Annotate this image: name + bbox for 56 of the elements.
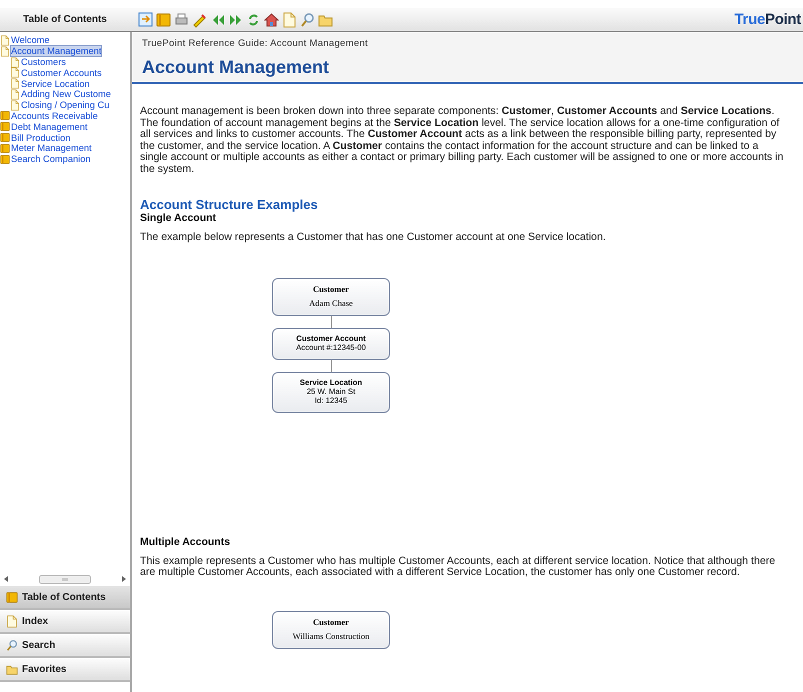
book-icon [0,142,10,154]
panel-tab[interactable]: Index [0,610,130,634]
tree-item[interactable]: Adding New Custome [21,89,111,100]
tree-item[interactable]: Meter Management [11,143,92,154]
book-icon [0,154,10,165]
example-description: This example represents a Customer who has multiple Customer Accounts, each at different service location. Notice that although there are multiple Customer Accounts, each associated with a different Service Location, the customer has only one Customer record. [140,556,776,578]
book-icon [0,121,10,132]
tree-item[interactable]: Welcome [11,35,50,46]
sidebar-title: Table of Contents [22,14,108,25]
book-icon [0,132,10,144]
tree-item[interactable]: Accounts Receivable [11,110,98,121]
tree-item[interactable]: Customers [21,56,66,67]
example-heading: Single Account [140,212,218,224]
panel-tab[interactable]: Table of Contents [0,586,130,610]
search-icon [6,638,18,652]
tree-item[interactable]: Closing / Opening Cu [21,100,110,110]
book-icon [0,110,10,122]
page-icon [0,46,10,57]
tree-item[interactable]: Bill Production [11,132,70,143]
page-icon [10,56,20,68]
page-title: Account Management [142,57,330,78]
scroll-left-icon[interactable] [4,576,8,582]
page-icon [0,34,10,46]
scrollbar-thumb[interactable] [39,574,91,584]
tree-item[interactable]: Customer Accounts [21,68,102,78]
home-icon[interactable] [264,12,279,28]
print-icon[interactable] [174,12,189,28]
node-title: Customer [312,616,350,626]
highlighter-icon[interactable] [192,12,207,28]
book-icon [6,590,18,604]
logo: TruePoint [734,11,802,28]
tree-item[interactable]: Search Companion [11,154,91,164]
page-icon [10,100,20,111]
book-icon[interactable] [156,12,171,28]
tree-item[interactable]: Account Management [11,46,102,56]
connector-line [331,360,332,372]
page-icon [10,67,20,78]
panel-tab[interactable]: Favorites [0,658,130,682]
panel-tab[interactable]: Search [0,634,130,658]
tree-item[interactable]: Debt Management [11,122,88,132]
node-text: Adam Chase [308,298,354,308]
node-title: Customer [312,284,350,294]
scroll-right-icon[interactable] [122,576,126,582]
example-description: The example below represents a Customer that has one Customer account at one Service location. [140,232,607,244]
page-icon [6,614,18,628]
page-icon [10,88,20,100]
search-icon[interactable] [300,12,315,28]
intro-paragraph: Account management is been broken down into three separate components: Customer, Customer Accounts and Service Locations. The foundation of account management begins at the Service Location level. The service location allows for a one-time configuration of all services and links to customer accounts. The Customer Account acts as a link between the responsible billing party, represented by the customer, and the service location. A Customer contains the contact information for the account structure and can be linked to a single account or multiple accounts as either a contact or primary billing party. Each customer will be assigned to one or more accounts in the system. [140,106,784,175]
node-text: Williams Construction [292,630,370,640]
section-heading: Account Structure Examples [140,197,319,212]
page-icon [10,78,20,90]
sync-icon[interactable] [138,12,153,28]
breadcrumb: TruePoint Reference Guide: Account Management [142,38,369,49]
tree-item[interactable]: Service Location [21,78,90,89]
connector-line [331,316,332,328]
example-heading: Multiple Accounts [140,536,232,548]
